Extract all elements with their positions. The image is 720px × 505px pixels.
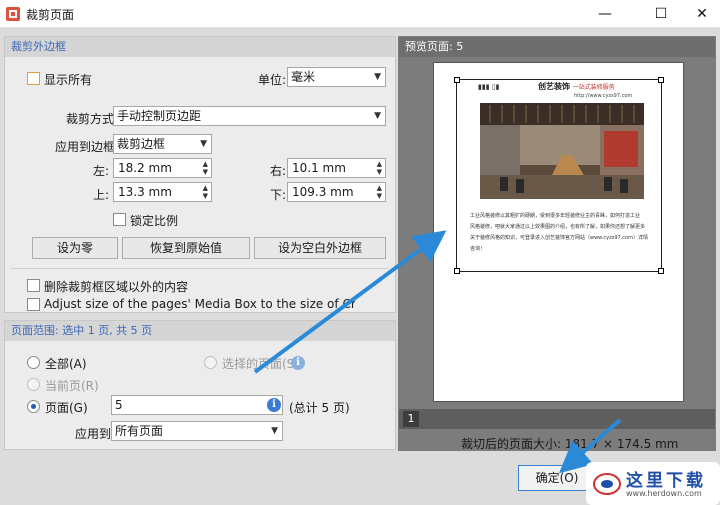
annotation-arrows xyxy=(253,230,622,474)
arrow-to-ok xyxy=(558,418,622,474)
watermark: 这里下载 www.herdown.com xyxy=(586,462,720,505)
watermark-logo-icon xyxy=(593,473,621,495)
watermark-url: www.herdown.com xyxy=(626,489,702,498)
arrow-to-preview xyxy=(253,230,447,374)
watermark-name: 这里下载 xyxy=(626,471,706,491)
